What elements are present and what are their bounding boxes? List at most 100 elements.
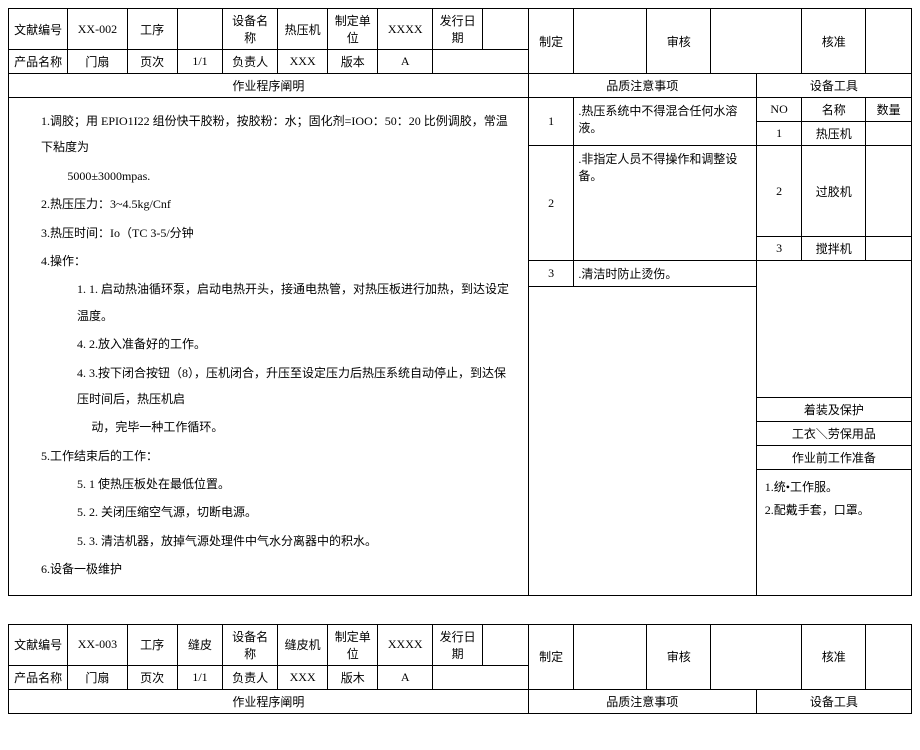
label-page: 页次 — [127, 665, 177, 689]
section-cover: 着装及保护 — [756, 398, 911, 422]
proc-42: 4. 2.放入准备好的工作。 — [29, 331, 518, 357]
quality-blank-2 — [528, 422, 756, 446]
q-text-2: .非指定人员不得操作和调整设备。 — [574, 146, 756, 261]
tool-blank-1 — [756, 261, 911, 287]
tool-3-name: 搅拌机 — [802, 237, 866, 261]
sop-table-1: 文献编号 XX-002 工序 设备名称 热压机 制定单位 XXXX 发行日期 制… — [8, 8, 912, 596]
val-docno: XX-002 — [68, 9, 127, 50]
label-prod: 产品名称 — [9, 665, 68, 689]
section-tools: 设备工具 — [756, 689, 911, 713]
val-review — [711, 624, 802, 689]
tool-2-no: 2 — [756, 146, 802, 237]
val-proc: 缝皮 — [177, 624, 223, 665]
val-proc — [177, 9, 223, 50]
val-ver: A — [378, 50, 433, 74]
q-text-1: .热压系统中不得混合任何水溶液。 — [574, 98, 756, 146]
val-make — [574, 624, 647, 689]
proc-41: 1. 1. 启动热油循环泵，启动电热开头，接通电热管，对热压板进行加热，到达设定… — [29, 276, 518, 329]
blank — [433, 50, 529, 74]
val-issue — [483, 9, 529, 50]
label-review: 审核 — [647, 9, 711, 74]
section-procedure: 作业程序阐明 — [9, 74, 529, 98]
blank — [433, 665, 529, 689]
tool-1-qty — [866, 122, 912, 146]
proc-6: 6.设备一极维护 — [29, 556, 518, 582]
proc-4: 4.操作： — [29, 248, 518, 274]
proc-5: 5.工作结束后的工作： — [29, 443, 518, 469]
q-num-2: 2 — [528, 146, 574, 261]
section-prep: 作业前工作准备 — [756, 446, 911, 470]
val-prod: 门扇 — [68, 665, 127, 689]
tool-2-name: 过胶机 — [802, 146, 866, 237]
label-unit: 制定单位 — [328, 624, 378, 665]
proc-3: 3.热压时间：Io（TC 3-5/分钟 — [29, 220, 518, 246]
val-docno: XX-003 — [68, 624, 127, 665]
header-row-1: 文献编号 XX-003 工序 缝皮 设备名称 缝皮机 制定单位 XXXX 发行日… — [9, 624, 912, 665]
val-resp: XXX — [278, 50, 328, 74]
procedure-body: 1.调胶；用 EPIO1I22 组份快干胶粉，按胶粉：水；固化剂=IOO：50：… — [9, 98, 529, 596]
val-page: 1/1 — [177, 50, 223, 74]
val-approve — [866, 624, 912, 689]
tool-1-name: 热压机 — [802, 122, 866, 146]
section-header-row: 作业程序阐明 品质注意事项 设备工具 — [9, 74, 912, 98]
label-make: 制定 — [528, 9, 574, 74]
label-prod: 产品名称 — [9, 50, 68, 74]
label-ver: 版木 — [328, 665, 378, 689]
label-make: 制定 — [528, 624, 574, 689]
label-review: 审核 — [647, 624, 711, 689]
label-equip: 设备名称 — [223, 9, 278, 50]
section-quality: 品质注意事项 — [528, 689, 756, 713]
label-resp: 负责人 — [223, 665, 278, 689]
header-row-1: 文献编号 XX-002 工序 设备名称 热压机 制定单位 XXXX 发行日期 制… — [9, 9, 912, 50]
proc-43a: 4. 3.按下闭合按钮（8），压机闭合，升压至设定压力后热压系统自动停止，到达保… — [29, 360, 518, 413]
label-page: 页次 — [127, 50, 177, 74]
tool-col-name: 名称 — [802, 98, 866, 122]
section-tools: 设备工具 — [756, 74, 911, 98]
tool-3-no: 3 — [756, 237, 802, 261]
proc-2: 2.热压压力：3~4.5kg/Cnf — [29, 191, 518, 217]
val-approve — [866, 9, 912, 74]
val-issue — [483, 624, 529, 665]
val-review — [711, 9, 802, 74]
prep-1: 1.统•工作服。 — [765, 476, 903, 499]
val-unit: XXXX — [378, 9, 433, 50]
prep-2: 2.配戴手套，口罩。 — [765, 499, 903, 522]
cover-text: 工衣＼劳保用品 — [756, 422, 911, 446]
proc-52: 5. 2. 关闭压缩空气源，切断电源。 — [29, 499, 518, 525]
tool-1-no: 1 — [756, 122, 802, 146]
quality-blank-4 — [528, 470, 756, 596]
proc-1a: 1.调胶；用 EPIO1I22 组份快干胶粉，按胶粉：水；固化剂=IOO：50：… — [29, 108, 518, 161]
val-make — [574, 9, 647, 74]
label-equip: 设备名称 — [223, 624, 278, 665]
label-proc: 工序 — [127, 624, 177, 665]
label-ver: 版本 — [328, 50, 378, 74]
sop-table-2: 文献编号 XX-003 工序 缝皮 设备名称 缝皮机 制定单位 XXXX 发行日… — [8, 624, 912, 714]
label-docno: 文献编号 — [9, 9, 68, 50]
label-issue: 发行日期 — [433, 624, 483, 665]
label-approve: 核准 — [802, 624, 866, 689]
tool-blank-3 — [756, 376, 911, 398]
tool-blank-2 — [756, 287, 911, 376]
val-equip: 热压机 — [278, 9, 328, 50]
tool-col-no: NO — [756, 98, 802, 122]
q-num-3: 3 — [528, 261, 574, 287]
proc-51: 5. 1 使热压板处在最低位置。 — [29, 471, 518, 497]
label-docno: 文献编号 — [9, 624, 68, 665]
proc-43b: 动，完毕一种工作循环。 — [29, 414, 518, 440]
section-quality: 品质注意事项 — [528, 74, 756, 98]
quality-blank — [528, 287, 756, 422]
val-equip: 缝皮机 — [278, 624, 328, 665]
label-proc: 工序 — [127, 9, 177, 50]
tool-col-qty: 数量 — [866, 98, 912, 122]
val-resp: XXX — [278, 665, 328, 689]
label-approve: 核准 — [802, 9, 866, 74]
val-prod: 门扇 — [68, 50, 127, 74]
q-text-3: .清洁时防止烫伤。 — [574, 261, 756, 287]
prep-body: 1.统•工作服。 2.配戴手套，口罩。 — [756, 470, 911, 596]
proc-1b: 5000±3000mpas. — [29, 163, 518, 189]
label-resp: 负责人 — [223, 50, 278, 74]
proc-53: 5. 3. 清洁机器，放掉气源处理件中气水分离器中的积水。 — [29, 528, 518, 554]
section-procedure: 作业程序阐明 — [9, 689, 529, 713]
label-unit: 制定单位 — [328, 9, 378, 50]
val-unit: XXXX — [378, 624, 433, 665]
